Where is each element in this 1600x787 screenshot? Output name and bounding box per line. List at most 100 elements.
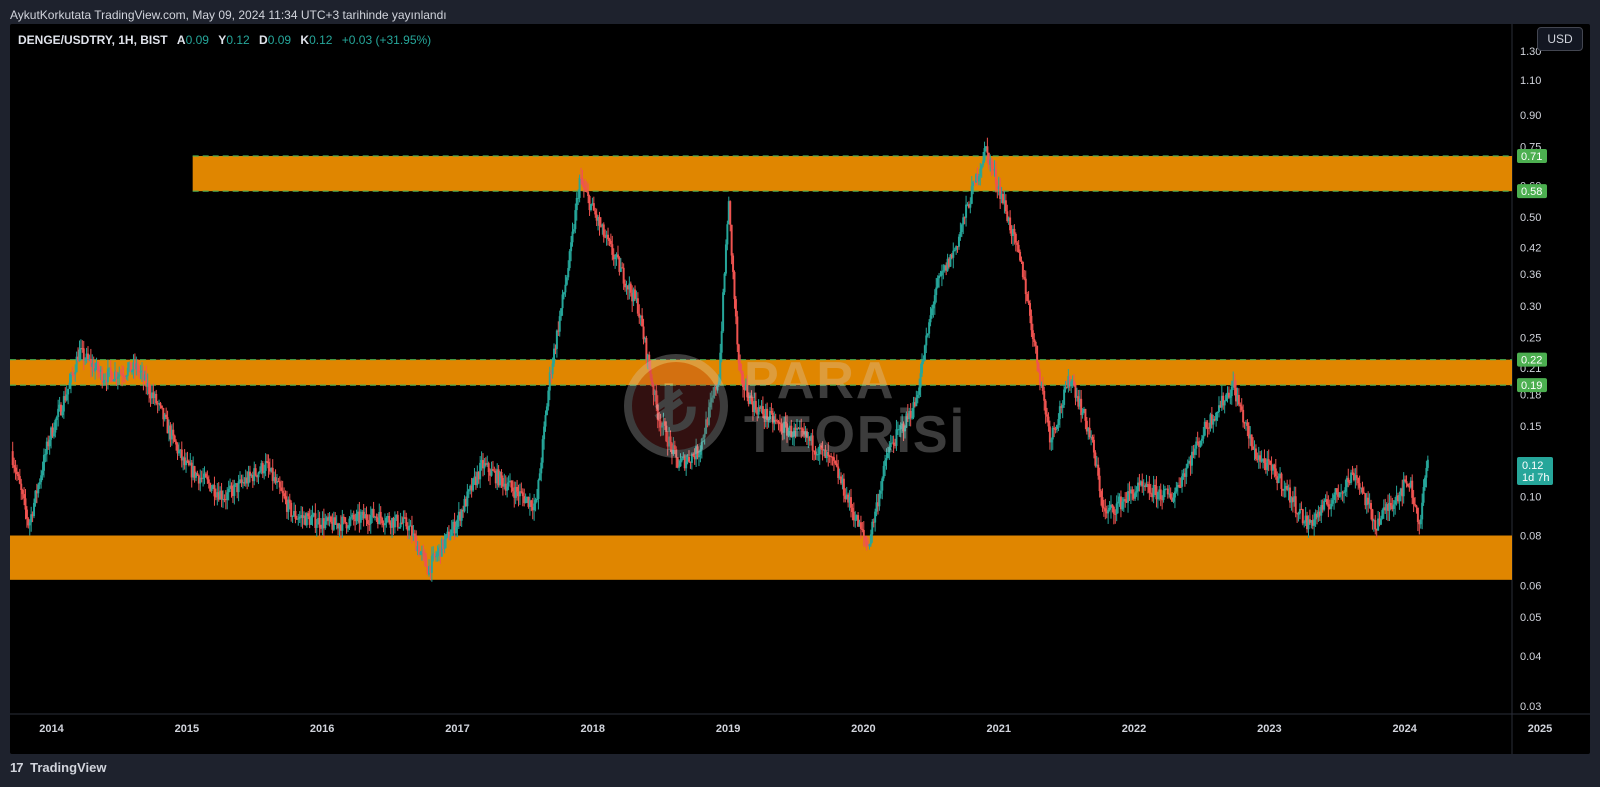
candle-body: [1357, 477, 1360, 484]
candle-body: [1101, 497, 1104, 508]
candle-body: [210, 488, 213, 492]
candle-body: [1178, 485, 1181, 487]
candle-body: [1381, 510, 1384, 519]
candle-body: [1051, 427, 1054, 440]
candle-body: [1389, 503, 1392, 506]
candle-body: [177, 450, 180, 454]
candle-body: [990, 159, 993, 168]
candle-body: [1148, 484, 1151, 493]
candle-body: [393, 518, 396, 528]
candle-body: [1237, 394, 1240, 405]
candle-body: [545, 406, 548, 416]
x-tick-label: 2017: [445, 723, 469, 735]
x-tick-label: 2018: [581, 723, 605, 735]
x-tick-label: 2020: [851, 723, 875, 735]
candle-body: [456, 519, 459, 527]
candle-body: [230, 485, 233, 489]
candle-body: [602, 224, 605, 237]
candle-body: [1374, 520, 1377, 530]
candle-body: [1215, 412, 1218, 421]
candle-body: [1274, 468, 1277, 477]
candle-body: [28, 522, 31, 526]
candle-body: [385, 517, 388, 524]
candle-body: [1323, 501, 1326, 510]
candle-body: [165, 414, 168, 418]
candle-body: [435, 556, 438, 558]
candle-body: [983, 148, 986, 161]
candle-body: [851, 507, 854, 513]
y-tick-label: 0.90: [1520, 110, 1541, 122]
candle-body: [1185, 467, 1188, 477]
candle-body: [622, 267, 625, 284]
candle-body: [929, 315, 932, 323]
candle-body: [366, 520, 369, 524]
candle-body: [506, 486, 509, 491]
candle-body: [1347, 477, 1350, 482]
candle-body: [11, 451, 14, 466]
candle-body: [55, 416, 58, 421]
candle-body: [1054, 428, 1057, 430]
candle-body: [125, 375, 128, 377]
candle-body: [926, 333, 929, 336]
zone-2: [10, 535, 1512, 580]
candle-body: [1205, 421, 1208, 428]
candle-body: [581, 178, 584, 185]
candle-body: [52, 432, 55, 437]
candle-body: [1159, 489, 1162, 500]
tradingview-footer[interactable]: 17 TradingView: [10, 760, 106, 775]
candle-body: [1036, 345, 1039, 364]
candle-body: [94, 368, 97, 372]
y-tick-label: 0.04: [1520, 651, 1541, 663]
candle-body: [1041, 384, 1044, 391]
candle-body: [598, 216, 601, 226]
candle-body: [1108, 507, 1111, 510]
candle-body: [173, 435, 176, 442]
candle-body: [345, 522, 348, 529]
candle-body: [1033, 339, 1036, 343]
candle-body: [560, 308, 563, 317]
candle-body: [454, 526, 457, 534]
candle-body: [1024, 278, 1027, 295]
candle-body: [33, 502, 36, 517]
candle-body: [592, 203, 595, 211]
candle-body: [413, 533, 416, 537]
candle-body: [445, 534, 448, 540]
candle-body: [1026, 294, 1029, 302]
y-tick-label: 0.30: [1520, 301, 1541, 313]
candle-body: [541, 439, 544, 463]
candle-body: [466, 491, 469, 507]
candle-body: [383, 523, 386, 526]
candle-body: [1063, 389, 1066, 405]
candle-body: [881, 478, 884, 491]
candle-body: [553, 348, 556, 364]
candle-body: [318, 518, 321, 528]
candle-body: [1406, 483, 1409, 487]
candle-body: [1084, 408, 1087, 421]
candle-body: [69, 373, 72, 383]
candle-body: [1239, 404, 1242, 407]
candle-body: [1030, 315, 1033, 331]
currency-button[interactable]: USD: [1537, 27, 1583, 51]
candle-body: [1169, 493, 1172, 499]
open-value: 0.09: [185, 33, 209, 47]
para-teorisi-watermark: ₺ PARA TEORİSİ: [624, 354, 984, 474]
candle-body: [952, 250, 955, 258]
candle-body: [106, 368, 109, 383]
candle-body: [642, 326, 645, 340]
candle-body: [732, 255, 735, 272]
candle-body: [1016, 242, 1019, 245]
candle-body: [67, 388, 70, 395]
chart-area[interactable]: 1.301.100.900.750.600.500.420.360.300.25…: [10, 24, 1590, 754]
candle-body: [74, 372, 77, 375]
candle-body: [1416, 507, 1419, 523]
candle-body: [227, 488, 230, 493]
candle-body: [558, 316, 561, 332]
candle-body: [1358, 483, 1361, 488]
watermark-line-2: TEORİSİ: [744, 406, 967, 464]
candle-body: [425, 556, 428, 567]
candle-body: [14, 467, 17, 472]
candle-body: [879, 490, 882, 494]
candle-body: [854, 519, 857, 521]
candle-body: [430, 555, 433, 574]
candle-body: [37, 484, 40, 494]
